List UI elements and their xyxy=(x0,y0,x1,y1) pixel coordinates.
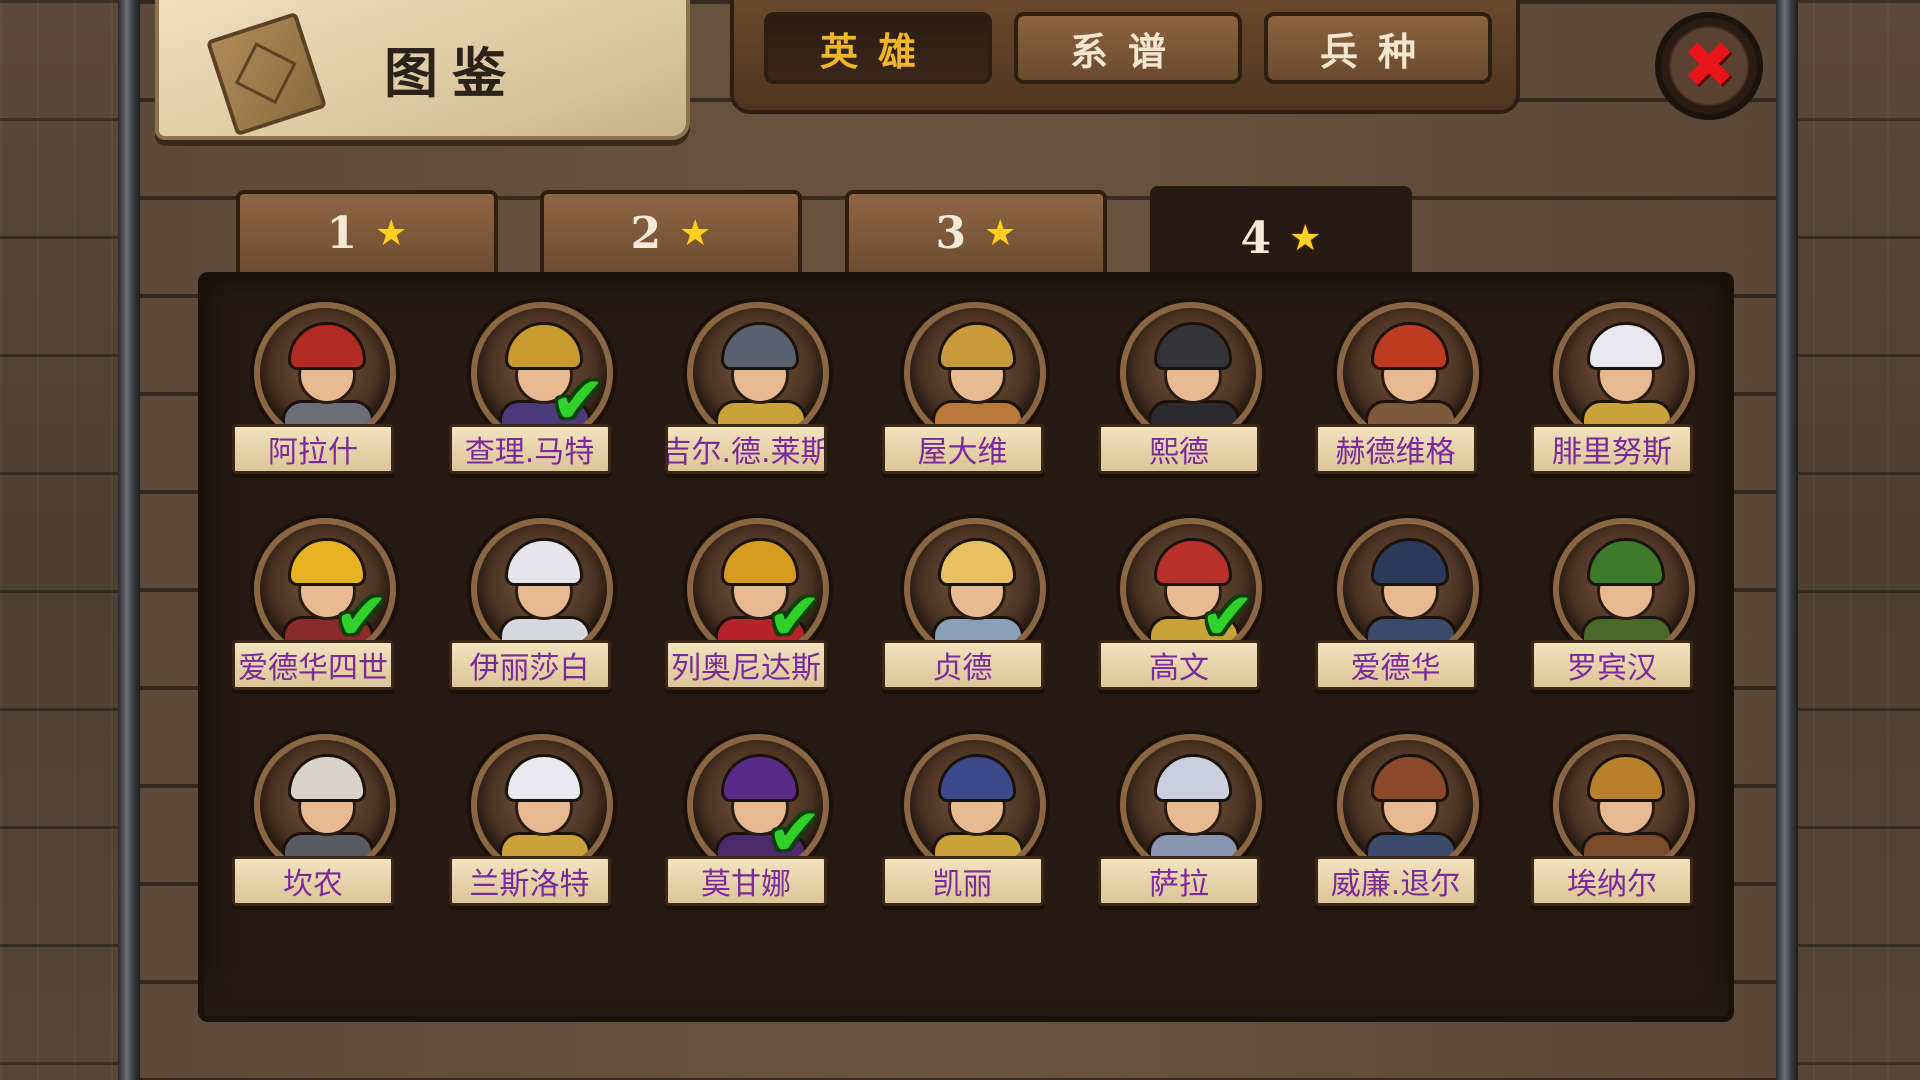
hero-portrait xyxy=(1336,302,1479,444)
tab-4-star[interactable]: 4 ★ xyxy=(1150,186,1412,286)
hero-helmet xyxy=(1154,322,1232,370)
hero-portrait xyxy=(254,734,396,876)
star-tab-number: 4 xyxy=(1240,212,1272,264)
hero-card[interactable]: 熙德 xyxy=(1090,292,1290,492)
hero-card[interactable]: 伊丽莎白 xyxy=(441,508,641,708)
hero-name: 坎农 xyxy=(232,856,394,906)
hero-portrait xyxy=(254,302,396,444)
star-tab-number: 3 xyxy=(935,207,967,259)
star-icon: ★ xyxy=(1289,217,1322,259)
title-panel: 图鉴 xyxy=(155,0,690,140)
hero-card[interactable]: 赫德维格 xyxy=(1307,292,1507,492)
hero-helmet xyxy=(1370,754,1449,802)
hero-card[interactable]: 坎农 xyxy=(224,724,424,924)
hero-name: 爱德华 xyxy=(1314,640,1477,690)
hero-card[interactable]: 埃纳尔 xyxy=(1523,724,1723,924)
hero-card[interactable]: 罗宾汉 xyxy=(1523,508,1723,708)
hero-card[interactable]: 腓里努斯 xyxy=(1523,292,1723,492)
close-button[interactable]: ✖ xyxy=(1655,12,1763,120)
category-tab-bar: 英雄 系谱 兵种 xyxy=(730,0,1520,114)
star-icon: ★ xyxy=(679,212,712,254)
hero-helmet xyxy=(937,754,1016,802)
page-title: 图鉴 xyxy=(384,41,520,105)
right-metal-rail xyxy=(1776,0,1798,1080)
hero-name: 赫德维格 xyxy=(1314,424,1477,474)
hero-name: 兰斯洛特 xyxy=(448,856,611,906)
tab-heroes[interactable]: 英雄 xyxy=(764,12,992,84)
hero-name: 萨拉 xyxy=(1098,856,1260,906)
hero-grid-panel[interactable]: 阿拉什 ✔ 查理.马特 吉尔.德.莱斯 屋大维 熙德 赫德维格 腓里努斯 ✔ 爱德华四世 伊丽莎白 ✔… xyxy=(198,272,1734,1022)
hero-helmet xyxy=(937,538,1016,586)
hero-helmet xyxy=(1587,322,1665,370)
hero-card[interactable]: ✔ 列奥尼达斯 xyxy=(657,508,857,708)
hero-name: 罗宾汉 xyxy=(1531,640,1693,690)
hero-name: 威廉.退尔 xyxy=(1314,856,1477,906)
hero-portrait xyxy=(1336,734,1479,876)
hero-card[interactable]: 威廉.退尔 xyxy=(1307,724,1507,924)
hero-card[interactable]: 贞德 xyxy=(874,508,1074,708)
hero-card[interactable]: 爱德华 xyxy=(1307,508,1507,708)
star-icon: ★ xyxy=(984,212,1017,254)
hero-helmet xyxy=(1587,538,1665,586)
hero-card[interactable]: 凯丽 xyxy=(874,724,1074,924)
hero-card[interactable]: 兰斯洛特 xyxy=(441,724,641,924)
hero-portrait xyxy=(903,302,1046,444)
hero-name: 熙德 xyxy=(1098,424,1260,474)
hero-portrait xyxy=(903,518,1046,660)
hero-helmet xyxy=(937,322,1016,370)
hero-portrait xyxy=(1336,518,1479,660)
hero-portrait xyxy=(470,518,613,660)
hero-name: 屋大维 xyxy=(881,424,1044,474)
hero-portrait xyxy=(1553,302,1695,444)
hero-name: 高文 xyxy=(1098,640,1260,690)
hero-card[interactable]: 吉尔.德.莱斯 xyxy=(657,292,857,492)
close-x-icon: ✖ xyxy=(1682,29,1736,103)
tab-1-star[interactable]: 1 ★ xyxy=(236,190,498,272)
hero-portrait xyxy=(470,734,613,876)
hero-helmet xyxy=(288,754,366,802)
star-tab-number: 1 xyxy=(326,207,358,259)
star-tab-number: 2 xyxy=(630,207,662,259)
hero-name: 吉尔.德.莱斯 xyxy=(665,424,827,474)
left-metal-rail xyxy=(118,0,140,1080)
hero-helmet xyxy=(1370,538,1449,586)
hero-helmet xyxy=(504,538,583,586)
book-icon xyxy=(205,11,328,137)
hero-portrait xyxy=(1120,302,1262,444)
hero-helmet xyxy=(1154,754,1232,802)
hero-name: 列奥尼达斯 xyxy=(665,640,827,690)
hero-portrait xyxy=(687,302,829,444)
hero-helmet xyxy=(288,322,366,370)
hero-portrait xyxy=(903,734,1046,876)
hero-name: 腓里努斯 xyxy=(1531,424,1693,474)
hero-card[interactable]: ✔ 莫甘娜 xyxy=(657,724,857,924)
hero-name: 阿拉什 xyxy=(232,424,394,474)
scroll-fade xyxy=(204,956,1728,1016)
hero-name: 莫甘娜 xyxy=(665,856,827,906)
hero-card[interactable]: 屋大维 xyxy=(874,292,1074,492)
hero-name: 凯丽 xyxy=(881,856,1044,906)
hero-portrait xyxy=(1553,734,1695,876)
hero-card[interactable]: ✔ 高文 xyxy=(1090,508,1290,708)
hero-name: 贞德 xyxy=(881,640,1044,690)
hero-helmet xyxy=(1370,322,1449,370)
tab-3-star[interactable]: 3 ★ xyxy=(845,190,1107,272)
hero-name: 埃纳尔 xyxy=(1531,856,1693,906)
tab-2-star[interactable]: 2 ★ xyxy=(540,190,802,272)
hero-name: 查理.马特 xyxy=(448,424,611,474)
tab-troops[interactable]: 兵种 xyxy=(1264,12,1492,84)
star-icon: ★ xyxy=(375,212,408,254)
hero-portrait xyxy=(1120,734,1262,876)
hero-name: 伊丽莎白 xyxy=(448,640,611,690)
hero-helmet xyxy=(721,322,799,370)
hero-name: 爱德华四世 xyxy=(232,640,394,690)
hero-card[interactable]: ✔ 爱德华四世 xyxy=(224,508,424,708)
hero-helmet xyxy=(1587,754,1665,802)
hero-portrait xyxy=(1553,518,1695,660)
hero-helmet xyxy=(504,754,583,802)
hero-card[interactable]: ✔ 查理.马特 xyxy=(441,292,641,492)
tab-lineage[interactable]: 系谱 xyxy=(1014,12,1242,84)
hero-card[interactable]: 阿拉什 xyxy=(224,292,424,492)
hero-card[interactable]: 萨拉 xyxy=(1090,724,1290,924)
